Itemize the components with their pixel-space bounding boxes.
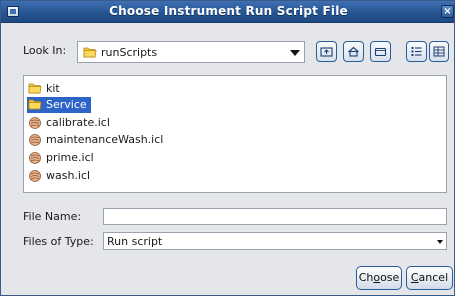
create-new-folder-button[interactable] xyxy=(370,41,391,62)
list-view-button[interactable] xyxy=(406,41,427,62)
window-title: Choose Instrument Run Script File xyxy=(109,4,348,18)
chevron-down-icon[interactable] xyxy=(290,50,300,56)
files-of-type-combo[interactable]: Run script xyxy=(103,232,447,250)
list-item-selected[interactable]: Service xyxy=(27,97,91,113)
home-button[interactable] xyxy=(343,41,364,62)
list-item[interactable]: wash.icl xyxy=(27,168,94,184)
list-item[interactable]: prime.icl xyxy=(27,150,98,166)
details-view-button[interactable] xyxy=(429,41,449,62)
close-icon[interactable]: × xyxy=(441,5,454,18)
file-name-text: kit xyxy=(46,82,60,95)
script-file-icon xyxy=(28,169,42,188)
folder-icon xyxy=(28,98,42,115)
list-item[interactable]: maintenanceWash.icl xyxy=(27,132,167,148)
files-of-type-label: Files of Type: xyxy=(23,235,94,248)
list-item[interactable]: kit xyxy=(27,81,64,97)
look-in-combo[interactable]: runScripts xyxy=(77,41,305,63)
look-in-value: runScripts xyxy=(101,46,158,59)
list-item[interactable]: calibrate.icl xyxy=(27,115,114,131)
cancel-mnemonic: C xyxy=(410,271,419,284)
file-name-text: maintenanceWash.icl xyxy=(46,133,164,146)
file-list[interactable]: kit Service calibrate.icl maintenanceWas… xyxy=(23,75,447,193)
choose-button[interactable]: Choose xyxy=(356,266,402,290)
file-name-field[interactable] xyxy=(103,208,447,225)
cancel-button[interactable]: Cancel xyxy=(406,266,453,290)
up-one-level-button[interactable] xyxy=(316,41,337,62)
title-bar[interactable]: Choose Instrument Run Script File × xyxy=(1,1,454,23)
look-in-label: Look In: xyxy=(23,44,67,57)
file-name-text: wash.icl xyxy=(46,169,91,182)
chevron-down-icon[interactable] xyxy=(437,240,443,244)
choose-label-pre: Ch xyxy=(358,271,374,284)
folder-icon xyxy=(83,46,97,61)
file-chooser-dialog: Choose Instrument Run Script File × Look… xyxy=(0,0,455,296)
file-name-label: File Name: xyxy=(23,210,82,223)
file-name-text: calibrate.icl xyxy=(46,116,110,129)
cancel-label-post: ancel xyxy=(418,271,449,284)
files-of-type-value: Run script xyxy=(107,235,163,248)
choose-label-post: ose xyxy=(380,271,400,284)
file-name-text: prime.icl xyxy=(46,151,94,164)
file-name-text: Service xyxy=(46,98,87,111)
